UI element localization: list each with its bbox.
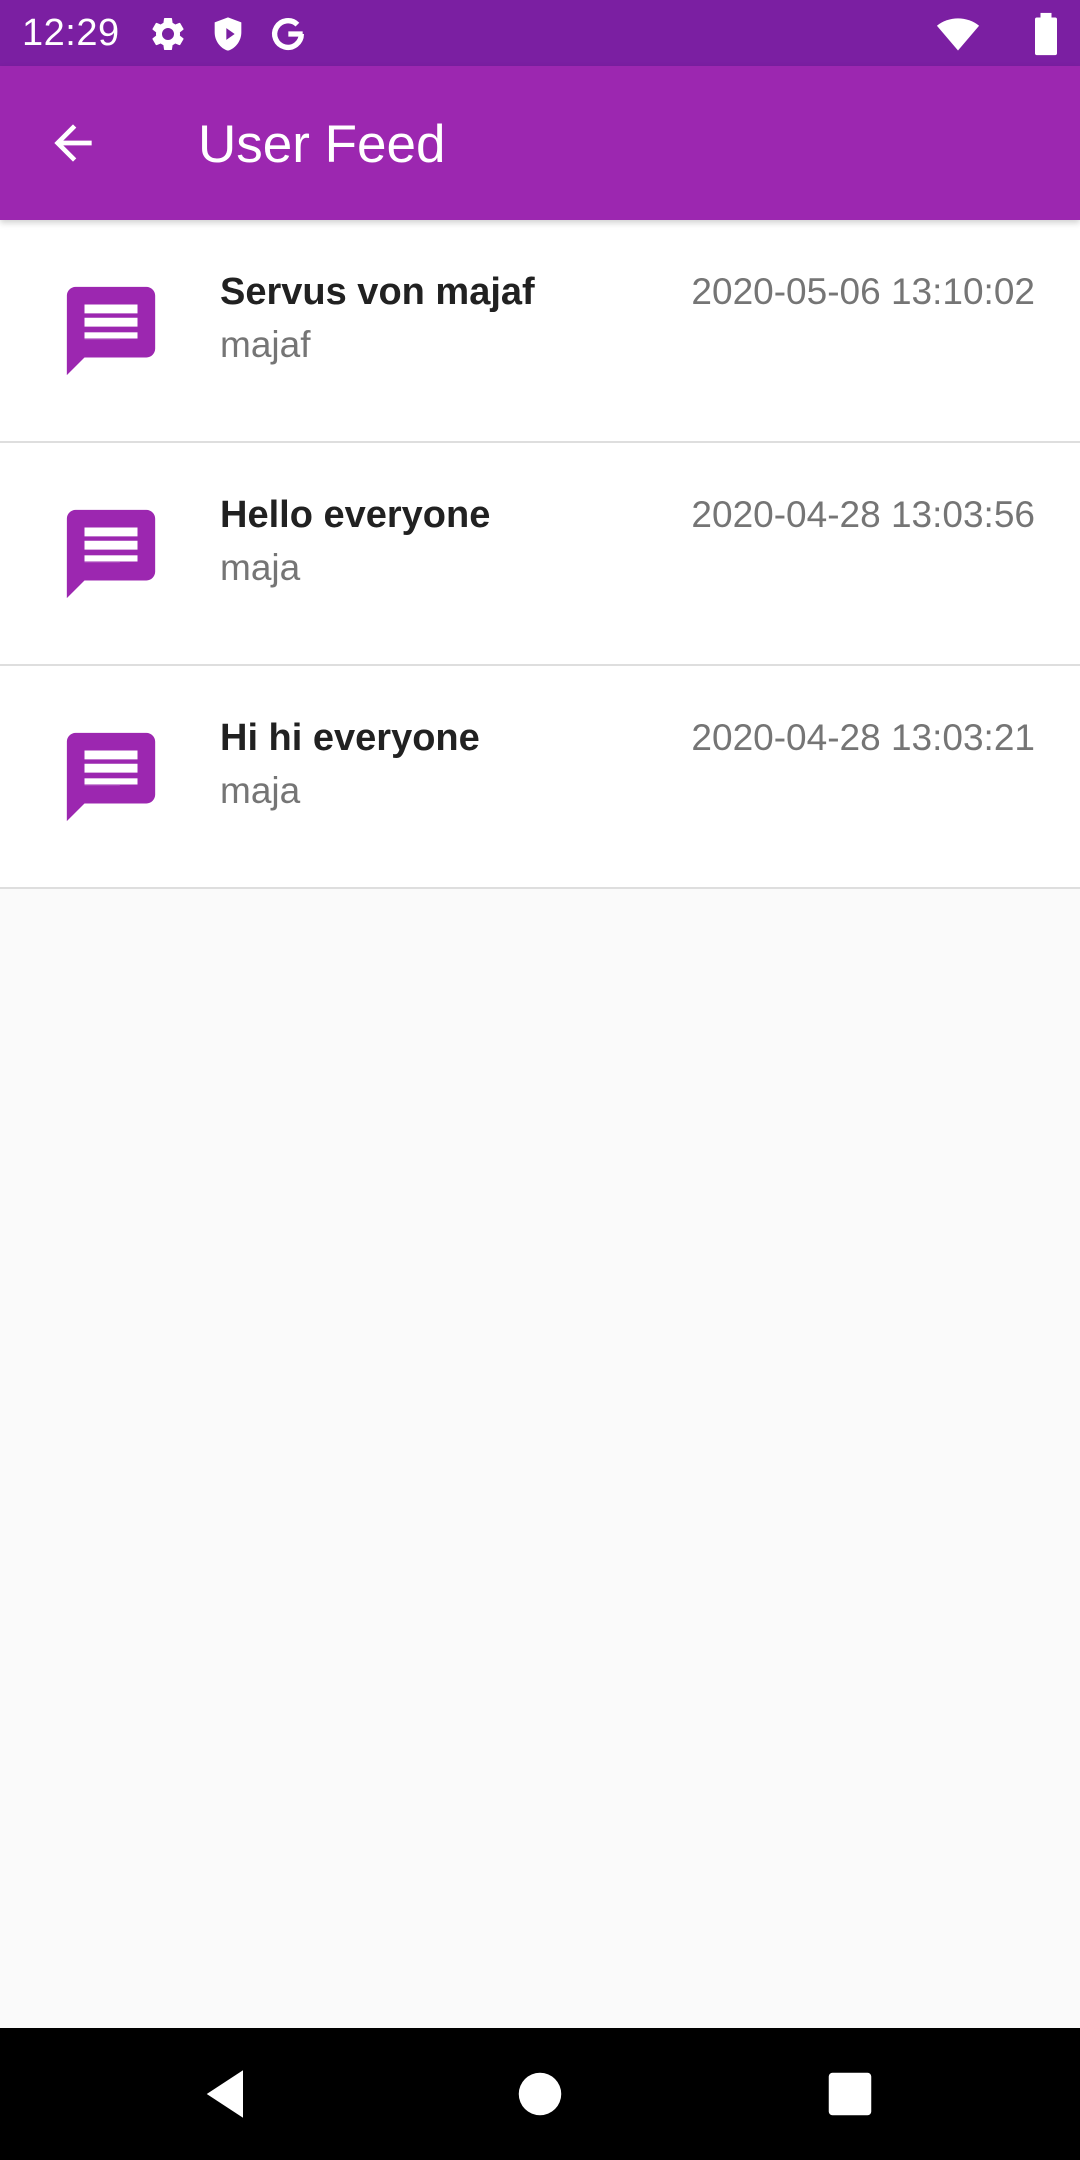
nav-home-button[interactable]	[510, 2064, 570, 2124]
recents-square-icon	[828, 2072, 872, 2116]
back-triangle-icon	[206, 2070, 243, 2118]
item-author: maja	[220, 770, 301, 811]
item-timestamp: 2020-04-28 13:03:56	[691, 494, 1035, 535]
item-title: Servus von majaf	[220, 271, 535, 313]
shield-icon	[208, 14, 248, 54]
list-item[interactable]: Servus von majaf majaf 2020-05-06 13:10:…	[0, 220, 1080, 443]
message-icon	[58, 278, 164, 384]
status-bar: 12:29	[0, 0, 1080, 66]
feed-list: Servus von majaf majaf 2020-05-06 13:10:…	[0, 220, 1080, 889]
item-timestamp: 2020-04-28 13:03:21	[691, 717, 1035, 758]
list-item[interactable]: Hello everyone maja 2020-04-28 13:03:56	[0, 443, 1080, 666]
item-title: Hi hi everyone	[220, 717, 480, 759]
wifi-icon	[936, 12, 980, 56]
navigation-bar	[0, 2028, 1080, 2160]
google-icon	[268, 14, 308, 54]
back-button[interactable]	[40, 110, 106, 176]
message-icon	[58, 501, 164, 607]
app-bar: User Feed	[0, 66, 1080, 220]
item-timestamp: 2020-05-06 13:10:02	[691, 271, 1035, 312]
message-icon	[58, 724, 164, 830]
status-time: 12:29	[22, 12, 120, 54]
nav-back-button[interactable]	[198, 2064, 258, 2124]
home-circle-icon	[518, 2072, 562, 2116]
nav-recents-button[interactable]	[820, 2064, 880, 2124]
gear-icon	[148, 14, 188, 54]
item-title: Hello everyone	[220, 494, 491, 536]
page-title: User Feed	[198, 115, 446, 174]
arrow-back-icon	[54, 124, 92, 162]
battery-icon	[1030, 12, 1062, 56]
list-item[interactable]: Hi hi everyone maja 2020-04-28 13:03:21	[0, 666, 1080, 889]
item-author: maja	[220, 547, 301, 588]
item-author: majaf	[220, 324, 311, 365]
